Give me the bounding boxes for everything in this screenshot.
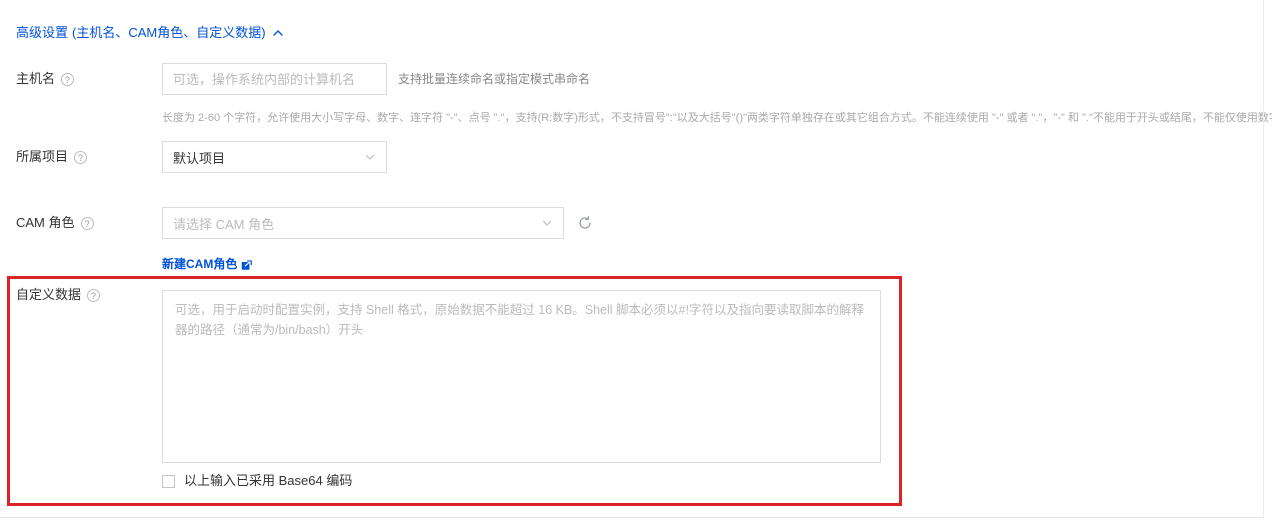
advanced-settings-title: 高级设置 — [16, 25, 69, 40]
hostname-side-hint: 支持批量连续命名或指定模式串命名 — [398, 72, 591, 86]
custom-data-label: 自定义数据 — [16, 287, 82, 302]
create-cam-role-link[interactable]: 新建CAM角色 — [162, 256, 253, 272]
advanced-settings-subtitle: (主机名、CAM角色、自定义数据) — [72, 25, 266, 40]
project-help-icon[interactable]: ? — [74, 150, 88, 164]
project-select[interactable]: 默认项目 — [162, 141, 387, 173]
base64-checkbox-label: 以上输入已采用 Base64 编码 — [184, 473, 353, 488]
hostname-help-icon[interactable]: ? — [61, 72, 75, 86]
project-select-value: 默认项目 — [173, 150, 226, 166]
project-label: 所属项目 — [16, 149, 69, 164]
advanced-settings-panel: 高级设置 (主机名、CAM角色、自定义数据) 主机名 ? 支持批量连续命名或指定… — [0, 0, 1272, 524]
custom-data-help-icon[interactable]: ? — [87, 288, 101, 302]
custom-data-label-group: 自定义数据 ? — [16, 286, 101, 304]
chevron-down-icon[interactable] — [364, 151, 376, 163]
cam-role-label: CAM 角色 — [16, 215, 75, 230]
right-edge-rule — [1263, 0, 1264, 517]
chevron-down-icon[interactable] — [541, 217, 553, 229]
cam-role-select-value: 请选择 CAM 角色 — [173, 216, 275, 232]
base64-checkbox[interactable] — [162, 474, 175, 488]
hostname-label: 主机名 — [16, 71, 56, 86]
hostname-input[interactable] — [162, 63, 387, 95]
custom-data-textarea[interactable] — [162, 290, 881, 463]
create-cam-role-link-label: 新建CAM角色 — [162, 257, 238, 271]
external-link-icon — [241, 259, 253, 270]
hostname-rule-hint: 长度为 2-60 个字符，允许使用大小写字母、数字、连字符 "-"、点号 "."… — [162, 112, 1272, 124]
advanced-settings-toggle[interactable]: 高级设置 (主机名、CAM角色、自定义数据) — [16, 23, 284, 43]
hostname-label-group: 主机名 ? — [16, 70, 75, 88]
project-label-group: 所属项目 ? — [16, 148, 88, 166]
bottom-divider — [0, 517, 1264, 518]
base64-checkbox-row[interactable]: 以上输入已采用 Base64 编码 — [162, 473, 352, 489]
chevron-up-icon[interactable] — [272, 27, 284, 39]
cam-role-select[interactable]: 请选择 CAM 角色 — [162, 207, 564, 239]
refresh-icon[interactable] — [577, 215, 593, 231]
cam-role-help-icon[interactable]: ? — [80, 216, 94, 230]
cam-role-label-group: CAM 角色 ? — [16, 214, 94, 232]
